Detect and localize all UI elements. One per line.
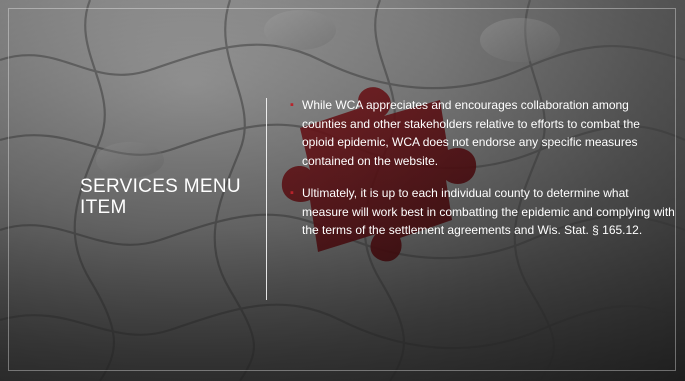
bullet-marker-icon: ▪ [290, 187, 294, 199]
slide-title: SERVICES MENU ITEM [80, 176, 241, 218]
vertical-divider [266, 98, 267, 300]
bullet-item: ▪ While WCA appreciates and encourages c… [290, 96, 675, 170]
slide: SERVICES MENU ITEM ▪ While WCA appreciat… [0, 0, 685, 381]
bullet-marker-icon: ▪ [290, 99, 294, 111]
bullet-item: ▪ Ultimately, it is up to each individua… [290, 184, 675, 240]
bullet-text: Ultimately, it is up to each individual … [302, 186, 675, 237]
bullet-text: While WCA appreciates and encourages col… [302, 98, 640, 168]
bullet-list: ▪ While WCA appreciates and encourages c… [290, 96, 675, 254]
